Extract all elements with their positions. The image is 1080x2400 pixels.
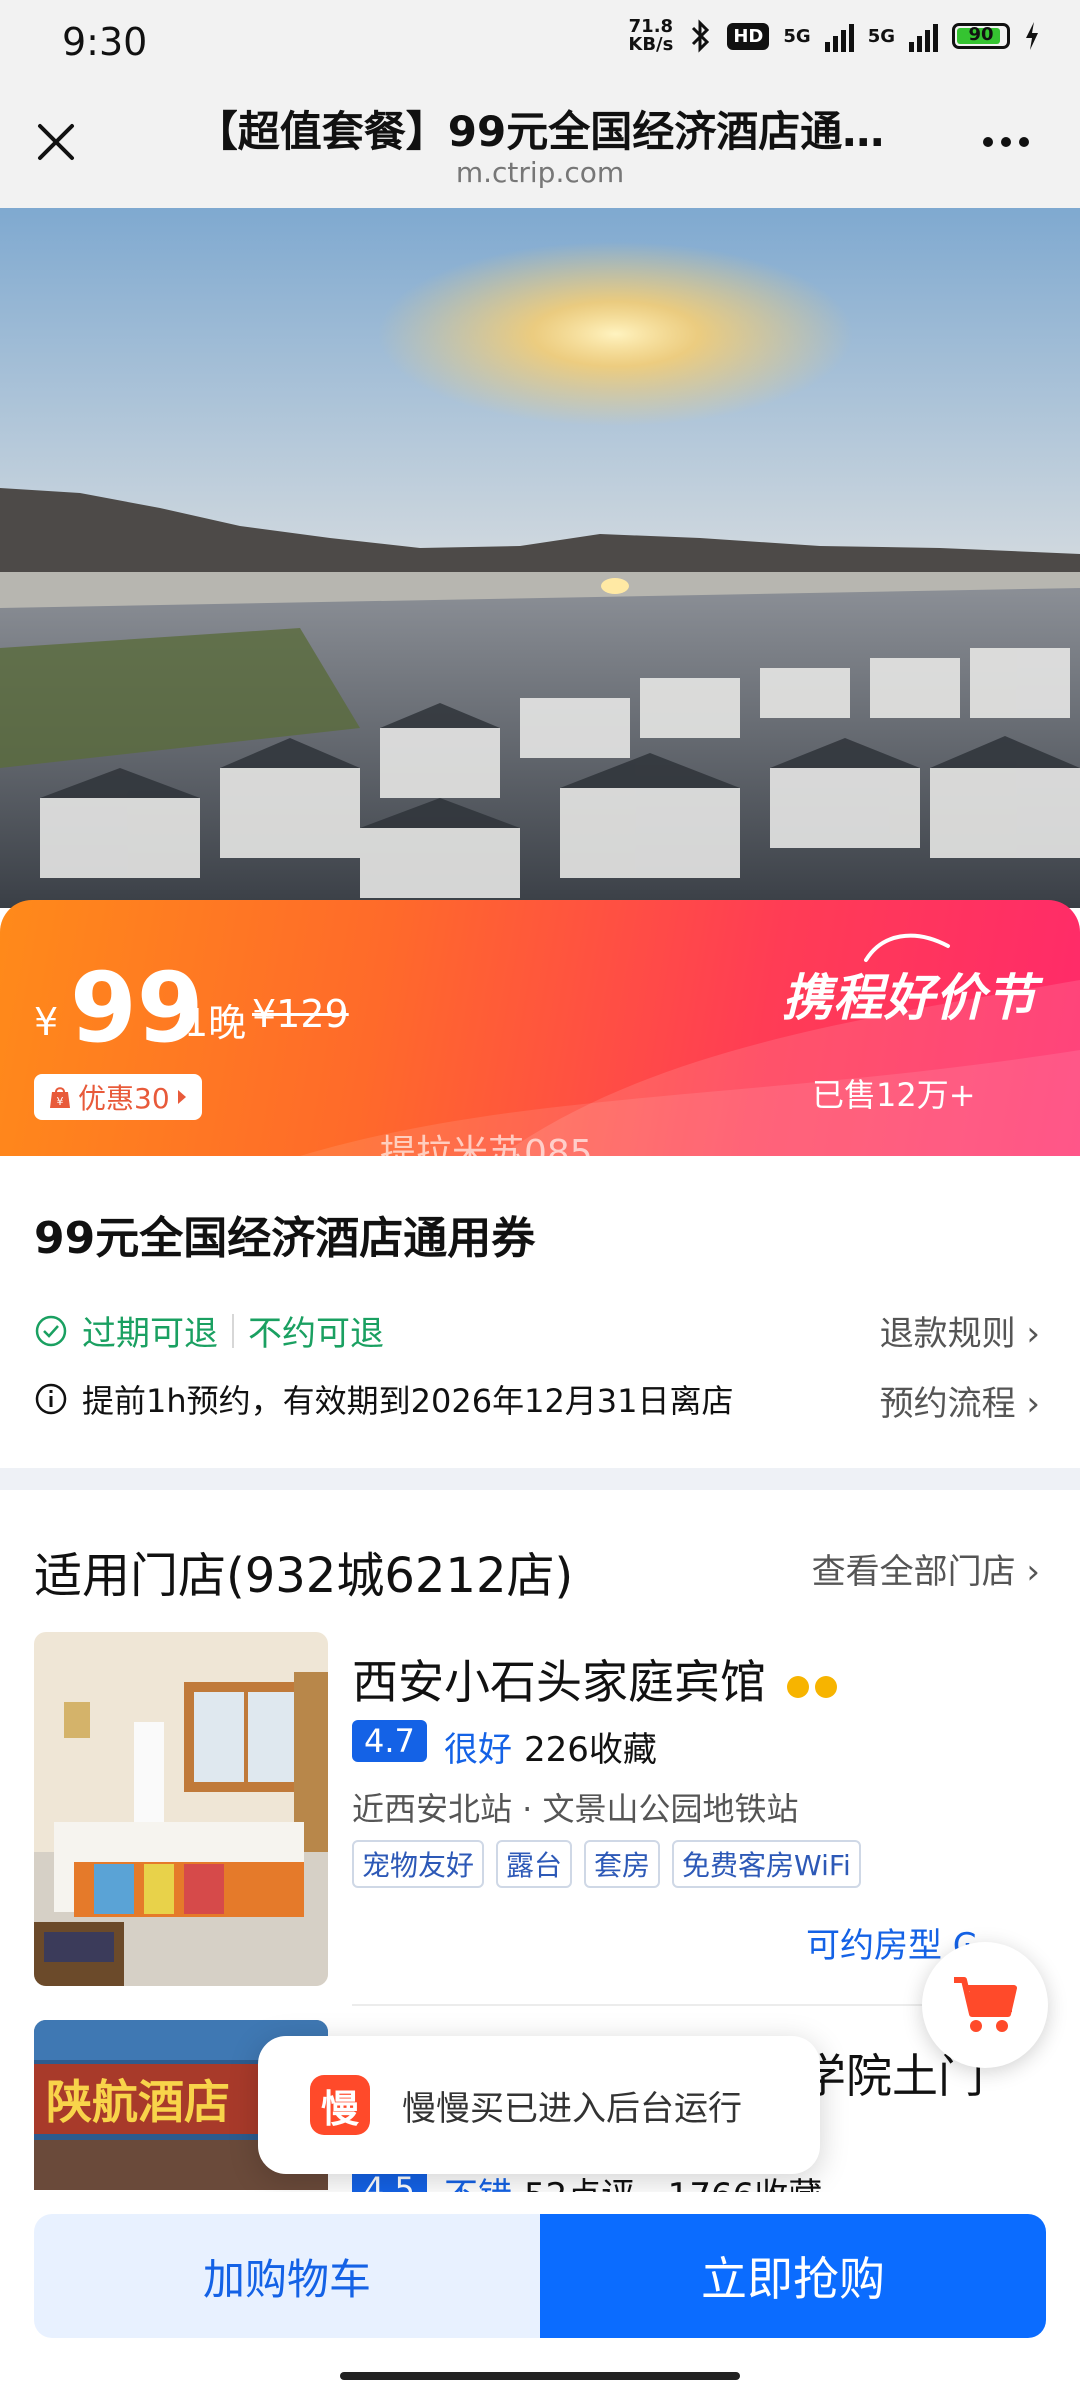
watermark-text: 提拉米苏085: [380, 1133, 593, 1174]
hotel-1-location: 近西安北站 · 文景山公园地铁站: [352, 1790, 799, 1828]
close-icon[interactable]: [32, 118, 80, 166]
net-speed: 71.8 KB/s: [628, 16, 674, 55]
chevron-right-icon: ›: [1026, 1552, 1040, 1592]
rating-diamond-icon: [786, 1676, 809, 1698]
refund-rule-link[interactable]: 退款规则 ›: [880, 1306, 1040, 1355]
hotel-sign-text: 陕航酒店: [46, 2075, 230, 2129]
hotel-1-favorites: 226收藏: [524, 1730, 657, 1770]
hotel-tag: 露台: [496, 1840, 573, 1888]
stores-title: 适用门店(932城6212店): [34, 1548, 574, 1604]
signal-icon-2: [909, 20, 938, 52]
bluetooth-icon: [692, 19, 710, 53]
page-url: m.ctrip.com: [455, 156, 625, 189]
more-options-icon[interactable]: [976, 120, 1036, 164]
coupon-text: 优惠30: [78, 1082, 170, 1115]
hotel-1-photo[interactable]: [34, 1632, 328, 1986]
hotel-room-illustration: [34, 1632, 328, 1986]
sunset-town-illustration: [0, 208, 1080, 908]
network-label-2: 5G: [867, 25, 895, 47]
info-icon: [35, 1383, 67, 1415]
price-currency: ¥: [34, 1000, 59, 1044]
floating-cart-button[interactable]: [922, 1942, 1048, 2068]
hotel-tag: 免费客房WiFi: [672, 1840, 861, 1888]
app-icon: 慢: [310, 2075, 370, 2135]
charging-icon: [1026, 22, 1038, 50]
festival-swoosh-icon: [864, 933, 950, 962]
tag-refund-noshow: 不约可退: [248, 1314, 384, 1354]
status-time: 9:30: [62, 20, 148, 64]
chevron-right-icon: ›: [1026, 1384, 1040, 1424]
view-all-stores-link[interactable]: 查看全部门店 ›: [812, 1544, 1040, 1593]
rating-diamond-icon: [814, 1676, 837, 1698]
battery-icon: 90: [952, 23, 1010, 49]
coupon-bag-icon: ¥: [50, 1087, 70, 1108]
add-to-cart-button[interactable]: 加购物车: [34, 2214, 540, 2338]
booking-flow-link[interactable]: 预约流程 ›: [880, 1376, 1040, 1425]
hero-image[interactable]: [0, 208, 1080, 908]
festival-logo: 携程好价节: [782, 969, 1037, 1027]
chevron-right-icon: ›: [1026, 1314, 1040, 1354]
svg-text:¥: ¥: [57, 1095, 64, 1108]
page-title: 【超值套餐】99元全国经济酒店通…: [195, 107, 885, 156]
background-run-toast: 慢 慢慢买已进入后台运行: [258, 2036, 820, 2174]
price-unit: 1晚: [184, 1001, 247, 1045]
hotel-1-tags: 宠物友好 露台 套房 免费客房WiFi: [352, 1840, 861, 1888]
refund-tags: 过期可退 不约可退: [34, 1306, 384, 1355]
network-label-1: 5G: [783, 25, 811, 47]
hotel-tag: 宠物友好: [352, 1840, 485, 1888]
sold-count: 已售12万+: [812, 1076, 976, 1114]
buy-now-button[interactable]: 立即抢购: [540, 2214, 1046, 2338]
hotel-1-score-word: 很好: [444, 1730, 512, 1770]
product-title: 99元全国经济酒店通用券: [34, 1213, 536, 1264]
status-icons: 71.8 KB/s HD 5G 5G 90: [628, 18, 1040, 54]
hotel-1-name[interactable]: 西安小石头家庭宾馆: [352, 1646, 837, 1712]
section-divider: [0, 1468, 1080, 1490]
hotel-1-score: 4.7: [352, 1720, 427, 1762]
coupon-badge[interactable]: ¥ 优惠30: [34, 1074, 202, 1120]
cart-icon: [954, 1977, 1017, 2032]
signal-icon: [824, 20, 854, 52]
home-indicator[interactable]: [340, 2372, 740, 2380]
coupon-arrow-icon: [177, 1090, 186, 1104]
check-circle-icon: [35, 1315, 67, 1346]
booking-info: 提前1h预约，有效期到2026年12月31日离店: [34, 1376, 734, 1422]
tag-refund-expired: 过期可退: [82, 1314, 218, 1354]
tag-divider: [232, 1313, 234, 1348]
hd-icon: HD: [727, 22, 770, 50]
hotel-tag: 套房: [584, 1840, 661, 1888]
original-price: ¥129: [252, 992, 349, 1036]
toast-text: 慢慢买已进入后台运行: [402, 2088, 742, 2129]
